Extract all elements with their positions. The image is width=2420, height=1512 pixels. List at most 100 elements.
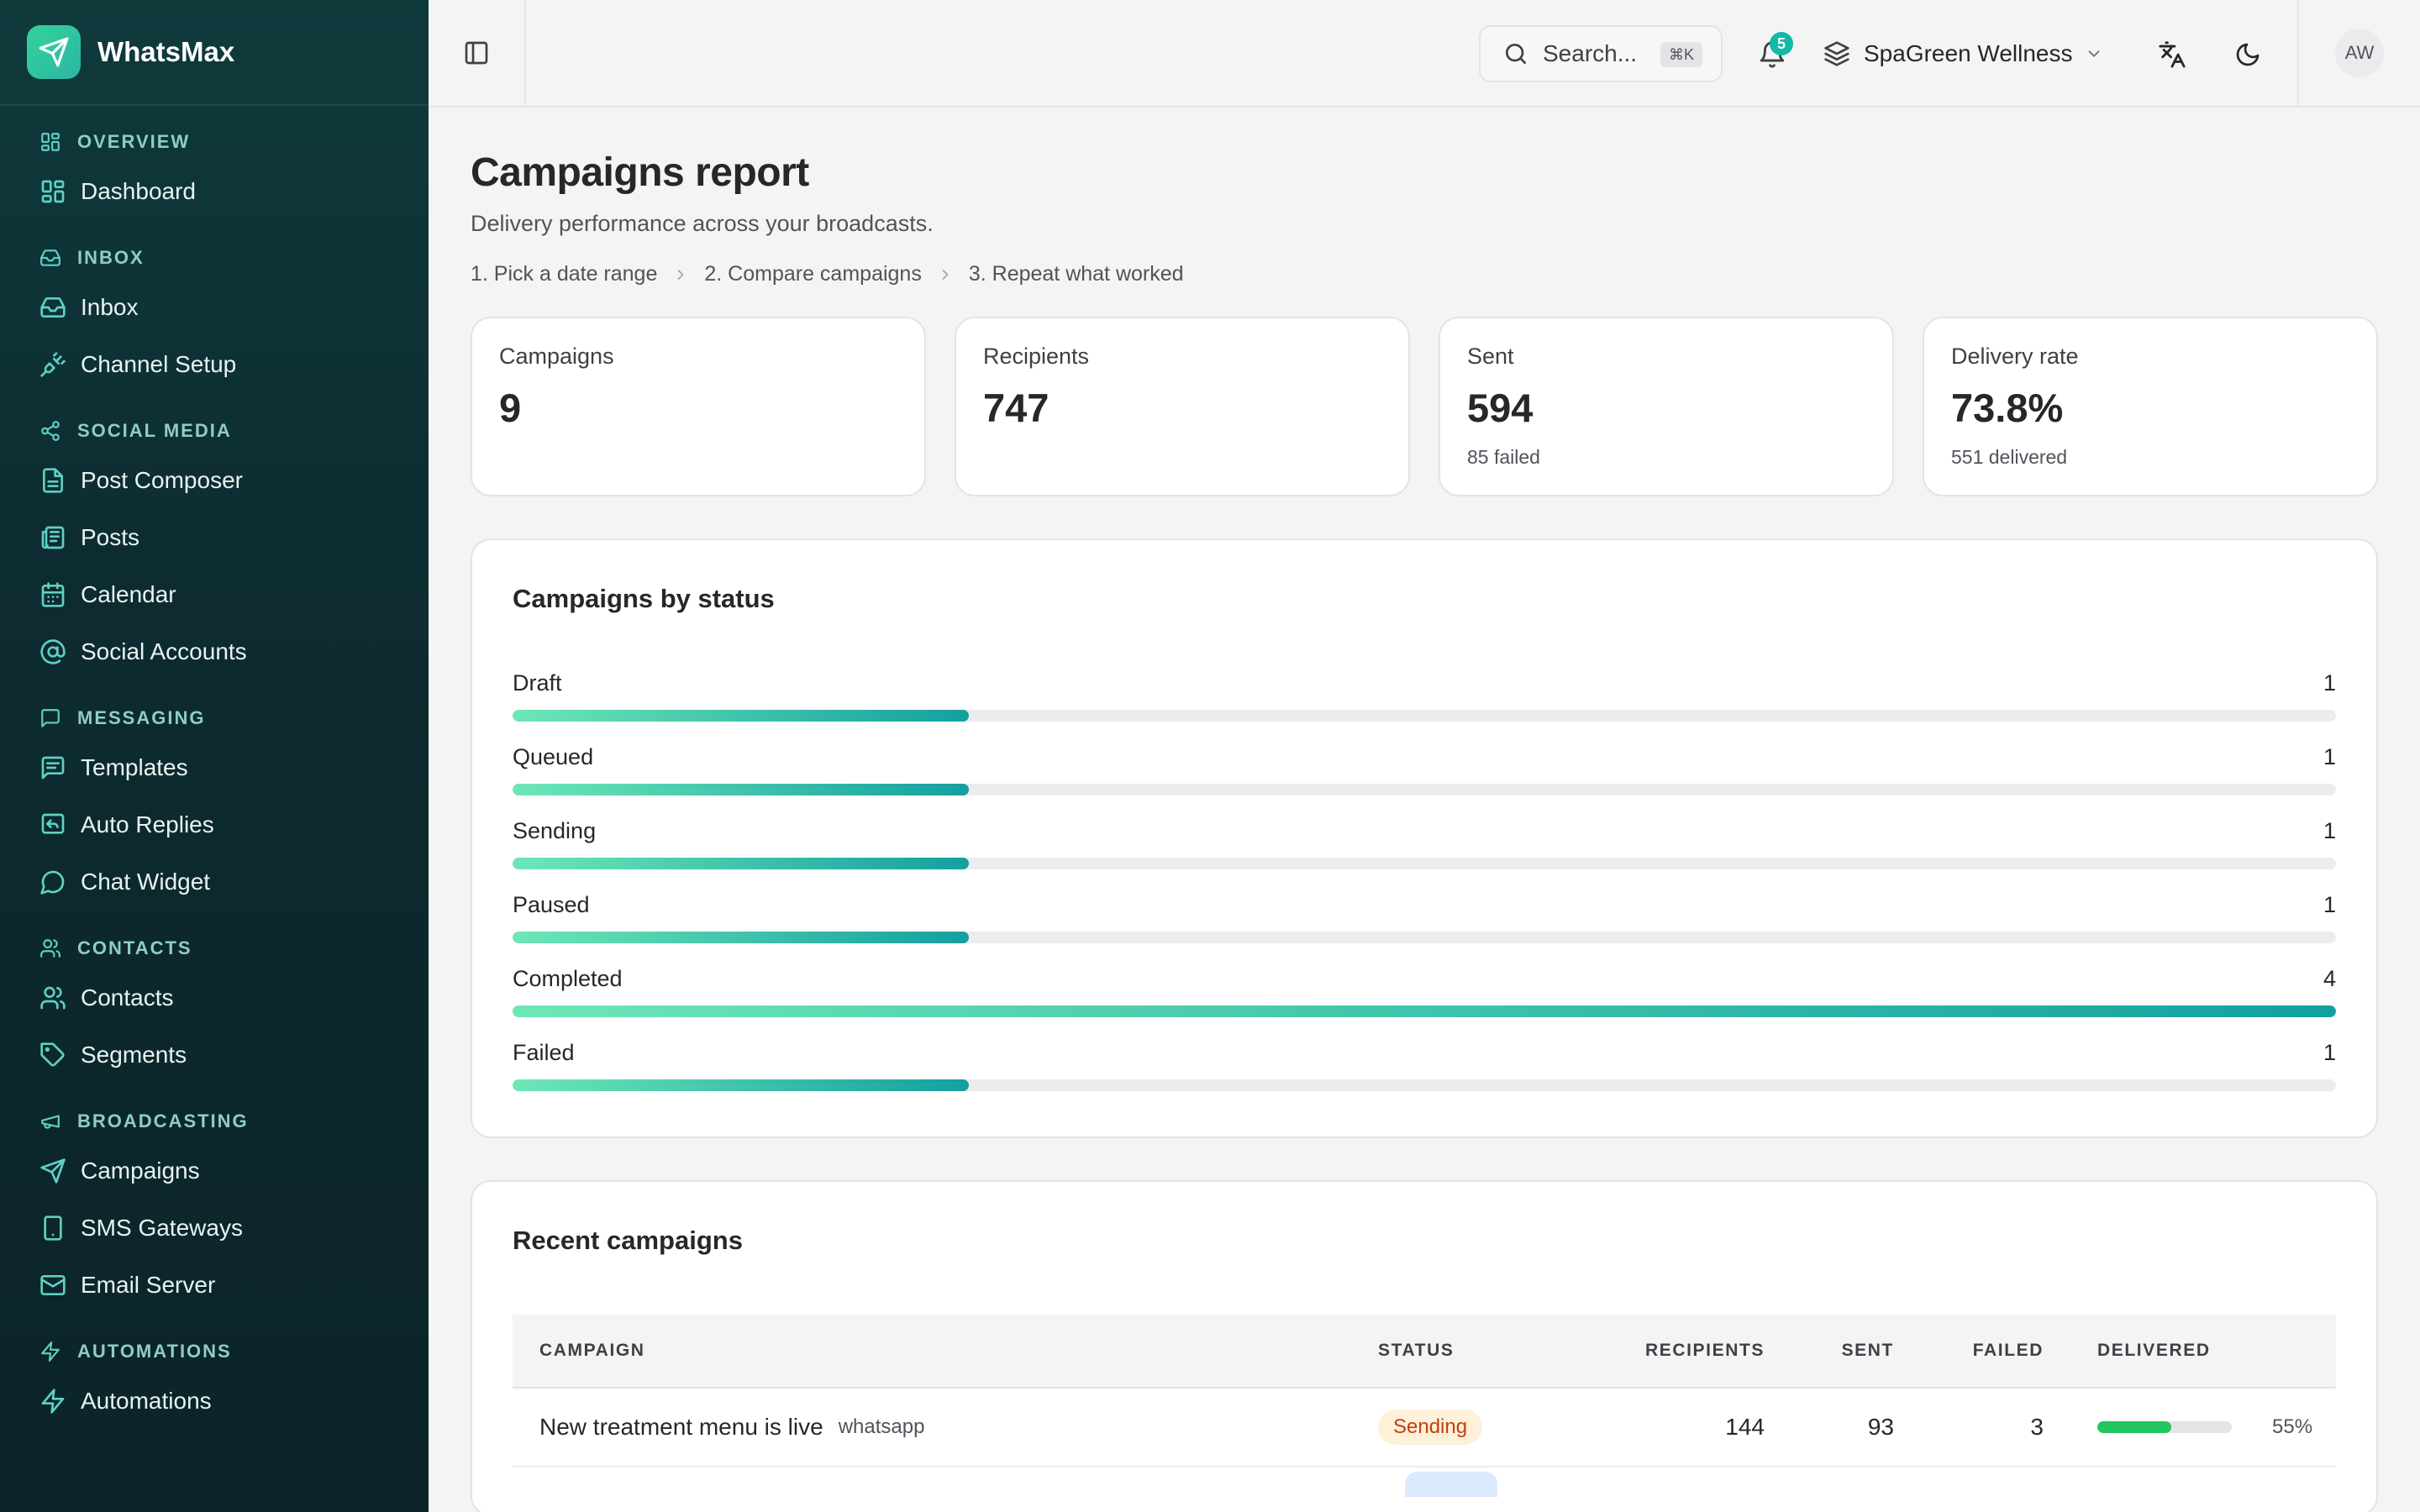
stat-card-delivery-rate: Delivery rate 73.8% 551 delivered xyxy=(1923,317,2378,496)
workspace-switcher[interactable]: SpaGreen Wellness xyxy=(1823,25,2103,82)
sidebar-item-label: Auto Replies xyxy=(81,811,214,837)
sidebar-item-chat-widget[interactable]: Chat Widget xyxy=(0,853,429,911)
nav-section-messaging: MESSAGING xyxy=(0,697,429,739)
sidebar-item-channel-setup[interactable]: Channel Setup xyxy=(0,336,429,393)
sidebar-item-sms-gateways[interactable]: SMS Gateways xyxy=(0,1200,429,1257)
sidebar-item-label: Templates xyxy=(81,754,188,780)
search-placeholder: Search... xyxy=(1543,40,1638,66)
stat-sub: 85 failed xyxy=(1467,446,1540,468)
column-header-recipients[interactable]: RECIPIENTS xyxy=(1580,1341,1765,1361)
user-menu[interactable]: AW xyxy=(2297,0,2420,106)
column-header-delivered[interactable]: DELIVERED xyxy=(2044,1341,2336,1361)
search-button[interactable]: Search... ⌘K xyxy=(1479,25,1723,82)
status-bar-head: Paused 1 xyxy=(513,890,2336,920)
status-count: 1 xyxy=(2323,891,2336,917)
stat-value: 747 xyxy=(983,386,1050,430)
theme-toggle-button[interactable] xyxy=(2227,34,2269,76)
sidebar-item-social-accounts[interactable]: Social Accounts xyxy=(0,623,429,680)
nav-section-label: INBOX xyxy=(77,247,145,268)
sidebar-item-posts[interactable]: Posts xyxy=(0,509,429,566)
sidebar-item-dashboard[interactable]: Dashboard xyxy=(0,163,429,220)
status-bar-head: Queued 1 xyxy=(513,742,2336,772)
status-count: 1 xyxy=(2323,817,2336,843)
chat-bubble-icon xyxy=(39,868,67,896)
sidebar-item-label: Chat Widget xyxy=(81,869,211,895)
table-row[interactable] xyxy=(513,1467,2336,1501)
status-label: Paused xyxy=(513,891,590,917)
tag-icon xyxy=(39,1041,67,1069)
column-header-failed[interactable]: FAILED xyxy=(1894,1341,2044,1361)
campaign-name[interactable]: New treatment menu is live xyxy=(539,1414,823,1441)
sidebar-item-templates[interactable]: Templates xyxy=(0,739,429,796)
status-label: Completed xyxy=(513,965,623,991)
nav-section-overview: OVERVIEW xyxy=(0,121,429,163)
status-bar-track xyxy=(513,1005,2336,1017)
inbox-icon xyxy=(39,293,67,322)
sidebar-toggle-button[interactable] xyxy=(429,0,526,106)
status-badge xyxy=(1405,1472,1497,1497)
status-label: Sending xyxy=(513,817,597,843)
stat-label: Campaigns xyxy=(499,344,614,369)
stat-value: 9 xyxy=(499,386,522,430)
status-bar-paused: Paused 1 xyxy=(513,890,2336,963)
moon-icon xyxy=(2236,43,2260,66)
sidebar-item-contacts[interactable]: Contacts xyxy=(0,969,429,1026)
status-bar-fill xyxy=(513,710,969,722)
sidebar-item-label: Calendar xyxy=(81,581,176,607)
status-bar-fill xyxy=(513,932,969,943)
file-icon xyxy=(39,466,67,495)
language-button[interactable] xyxy=(2151,34,2193,76)
chevron-down-icon xyxy=(2088,50,2099,58)
nav-section-inbox: INBOX xyxy=(0,237,429,279)
sidebar-item-email-server[interactable]: Email Server xyxy=(0,1257,429,1314)
status-bar-track xyxy=(513,858,2336,869)
sidebar-item-label: Social Accounts xyxy=(81,638,247,664)
sidebar: WhatsMax OVERVIEW Dashboard INBOX Inbox Chan… xyxy=(0,0,429,1512)
nav-section-automations: AUTOMATIONS xyxy=(0,1331,429,1373)
step-1: 1. Pick a date range xyxy=(471,262,658,286)
status-bar-completed: Completed 4 xyxy=(513,963,2336,1037)
nav-section-social-media: SOCIAL MEDIA xyxy=(0,410,429,452)
sidebar-item-calendar[interactable]: Calendar xyxy=(0,566,429,623)
sent-cell: 93 xyxy=(1867,1414,1894,1440)
column-header-status[interactable]: STATUS xyxy=(1378,1341,1580,1361)
stat-sub: 551 delivered xyxy=(1951,446,2068,468)
table-header: CAMPAIGN STATUS RECIPIENTS SENT FAILED D… xyxy=(513,1315,2336,1389)
nav-section-broadcasting: BROADCASTING xyxy=(0,1100,429,1142)
status-bar-failed: Failed 1 xyxy=(513,1037,2336,1111)
step-2: 2. Compare campaigns xyxy=(704,262,922,286)
brand-name: WhatsMax xyxy=(97,36,235,67)
delivered-progress xyxy=(2097,1421,2232,1433)
sidebar-item-label: Segments xyxy=(81,1042,187,1068)
sidebar-item-label: Campaigns xyxy=(81,1158,200,1184)
send-icon xyxy=(39,1157,67,1185)
card-title: Campaigns by status xyxy=(513,584,775,613)
sidebar-item-segments[interactable]: Segments xyxy=(0,1026,429,1084)
status-bar-fill xyxy=(513,784,969,795)
share-icon xyxy=(39,419,62,443)
sidebar-item-label: Email Server xyxy=(81,1272,216,1298)
status-bar-sending: Sending 1 xyxy=(513,816,2336,890)
sidebar-item-label: Automations xyxy=(81,1388,212,1414)
table-row[interactable]: New treatment menu is live whatsapp Send… xyxy=(513,1389,2336,1467)
stat-card-campaigns: Campaigns 9 xyxy=(471,317,926,496)
column-header-campaign[interactable]: CAMPAIGN xyxy=(513,1341,1378,1361)
sidebar-item-post-composer[interactable]: Post Composer xyxy=(0,452,429,509)
at-sign-icon xyxy=(39,638,67,666)
status-bar-track xyxy=(513,1079,2336,1091)
zap-icon xyxy=(39,1340,62,1363)
stat-label: Sent xyxy=(1467,344,1514,369)
nav-section-contacts: CONTACTS xyxy=(0,927,429,969)
sidebar-item-inbox[interactable]: Inbox xyxy=(0,279,429,336)
sidebar-item-auto-replies[interactable]: Auto Replies xyxy=(0,796,429,853)
message-icon xyxy=(39,706,62,730)
notifications-button[interactable]: 5 xyxy=(1751,32,1793,76)
brand[interactable]: WhatsMax xyxy=(0,0,429,106)
dashboard-icon xyxy=(39,177,67,206)
sidebar-item-campaigns[interactable]: Campaigns xyxy=(0,1142,429,1200)
main-content: Campaigns report Delivery performance ac… xyxy=(471,108,2378,1512)
sidebar-item-automations[interactable]: Automations xyxy=(0,1373,429,1430)
sidebar-nav: OVERVIEW Dashboard INBOX Inbox Channel Setup… xyxy=(0,106,429,1430)
status-bar-draft: Draft 1 xyxy=(513,668,2336,742)
column-header-sent[interactable]: SENT xyxy=(1765,1341,1894,1361)
